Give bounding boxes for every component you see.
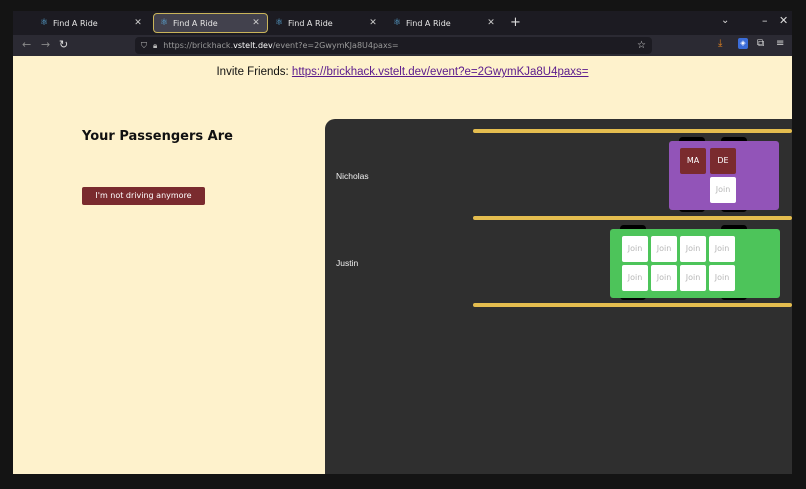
join-seat[interactable]: Join [709, 265, 735, 291]
join-seat[interactable]: Join [651, 236, 677, 262]
car-justin: Join Join Join Join Join Join Join Join [610, 229, 780, 298]
close-icon[interactable]: ✕ [368, 18, 378, 28]
tab-4[interactable]: ⚛ Find A Ride ✕ [387, 13, 502, 33]
seat[interactable]: DE [710, 148, 736, 174]
lane-line [473, 303, 792, 307]
tab-label: Find A Ride [288, 18, 333, 28]
tab-3[interactable]: ⚛ Find A Ride ✕ [269, 13, 384, 33]
shield-icon[interactable]: ⛉ [141, 41, 147, 51]
invite-friends: Invite Friends: https://brickhack.vstelt… [13, 66, 792, 78]
url-bar[interactable]: ⛉ 🔒︎ https://brickhack. vstelt.dev/event?… [135, 37, 652, 54]
driver-name: Nicholas [336, 171, 369, 181]
tab-1[interactable]: ⚛ Find A Ride ✕ [34, 13, 149, 33]
tab-bar: ⚛ Find A Ride ✕ ⚛ Find A Ride ✕ ⚛ Find A… [13, 11, 792, 35]
close-icon[interactable]: ✕ [486, 18, 496, 28]
minimize-icon[interactable]: – [762, 14, 768, 27]
join-seat[interactable]: Join [651, 265, 677, 291]
tab-label: Find A Ride [53, 18, 98, 28]
chevron-down-icon[interactable]: ⌄ [721, 15, 729, 26]
page-content: Invite Friends: https://brickhack.vstelt… [13, 56, 792, 474]
tab-2[interactable]: ⚛ Find A Ride ✕ [153, 13, 268, 33]
join-seat[interactable]: Join [680, 236, 706, 262]
close-icon[interactable]: ✕ [251, 18, 261, 28]
lock-icon[interactable]: 🔒︎ [153, 41, 157, 51]
join-seat[interactable]: Join [710, 177, 736, 203]
lane-line [473, 129, 792, 133]
close-window-icon[interactable]: ✕ [779, 14, 788, 27]
extensions-icon[interactable]: ⧉ [757, 38, 764, 49]
passengers-title: Your Passengers Are [82, 129, 233, 144]
download-icon[interactable]: ⤓ [718, 38, 722, 49]
lane-line [473, 216, 792, 220]
close-icon[interactable]: ✕ [133, 18, 143, 28]
url-path: /event?e=2GwymKJa8U4paxs= [272, 41, 399, 50]
react-icon: ⚛ [159, 18, 169, 28]
join-seat[interactable]: Join [622, 236, 648, 262]
invite-link[interactable]: https://brickhack.vstelt.dev/event?e=2Gw… [292, 66, 589, 78]
road-panel: Nicholas MA DE Join Justin Join Join Joi… [325, 119, 792, 474]
menu-icon[interactable]: ≡ [776, 38, 784, 49]
driver-name: Justin [336, 258, 359, 268]
join-seat[interactable]: Join [709, 236, 735, 262]
url-host: vstelt.dev [233, 41, 273, 50]
new-tab-icon[interactable]: + [510, 15, 521, 30]
stop-driving-button[interactable]: I'm not driving anymore [82, 187, 205, 205]
tab-label: Find A Ride [173, 18, 218, 28]
react-icon: ⚛ [392, 18, 402, 28]
tab-label: Find A Ride [406, 18, 451, 28]
invite-label: Invite Friends: [216, 66, 289, 78]
join-seat[interactable]: Join [680, 265, 706, 291]
seat[interactable]: MA [680, 148, 706, 174]
back-icon[interactable]: ← [22, 38, 31, 51]
bitwarden-icon[interactable]: ◈ [738, 38, 748, 49]
react-icon: ⚛ [39, 18, 49, 28]
bookmark-star-icon[interactable]: ☆ [637, 40, 646, 51]
forward-icon[interactable]: → [41, 38, 50, 51]
join-seat[interactable]: Join [622, 265, 648, 291]
car-nicholas: MA DE Join [669, 141, 779, 210]
reload-icon[interactable]: ↻ [59, 38, 68, 51]
react-icon: ⚛ [274, 18, 284, 28]
browser-window: ⚛ Find A Ride ✕ ⚛ Find A Ride ✕ ⚛ Find A… [13, 11, 792, 474]
navigation-bar: ← → ↻ ⛉ 🔒︎ https://brickhack. vstelt.dev /… [13, 35, 792, 56]
url-prefix: https://brickhack. [163, 41, 234, 50]
